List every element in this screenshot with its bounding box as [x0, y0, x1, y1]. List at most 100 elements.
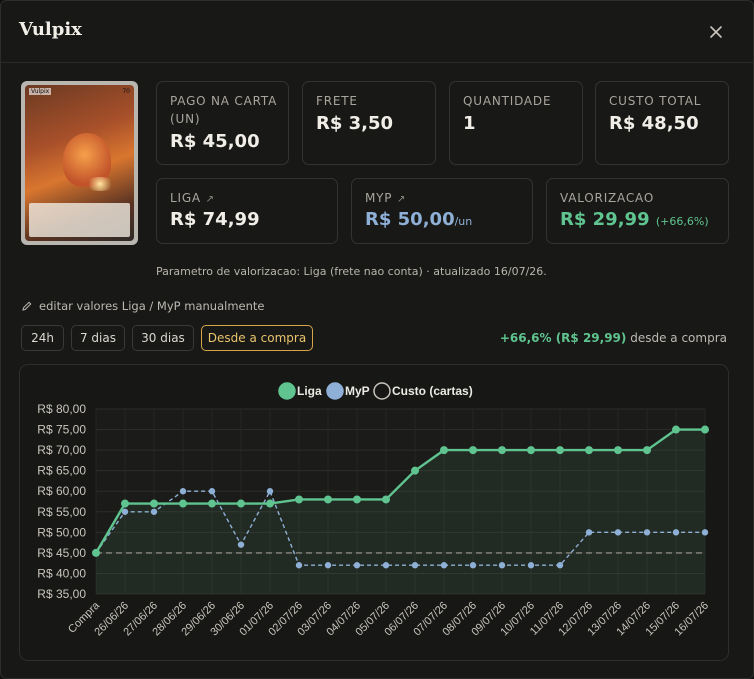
stat-frete: FRETE R$ 3,50 — [302, 81, 436, 165]
pencil-icon — [22, 301, 32, 311]
stat-valorizacao-pct: (+66,6%) — [655, 215, 709, 228]
modal-header: Vulpix — [1, 1, 753, 63]
myp-point — [324, 562, 332, 569]
tab-24h[interactable]: 24h — [21, 325, 64, 351]
liga-point — [411, 466, 419, 475]
price-chart: R$ 35,00 R$ 40,00 R$ 45,00 R$ 50,00 R$ 55,00… — [19, 364, 729, 661]
liga-point — [237, 499, 245, 508]
stat-liga[interactable]: LIGA ↗ R$ 74,99 — [156, 178, 338, 244]
myp-point — [353, 562, 361, 569]
valorizacao-param-text: Parametro de valorizacao: Liga (frete na… — [156, 265, 547, 278]
stat-frete-value: R$ 3,50 — [316, 113, 394, 134]
liga-point — [382, 495, 390, 504]
myp-point — [527, 562, 535, 569]
since-purchase-value: +66,6% (R$ 29,99) — [499, 331, 627, 345]
myp-point — [701, 529, 709, 536]
liga-point — [440, 446, 448, 455]
edit-values-link[interactable]: editar valores Liga / MyP manualmente — [21, 299, 264, 313]
modal-title: Vulpix — [19, 19, 82, 40]
myp-point — [643, 529, 651, 536]
y-tick-label: R$ 60,00 — [37, 484, 86, 498]
stat-custo-total: CUSTO TOTAL R$ 48,50 — [595, 81, 729, 165]
stat-quantidade: QUANTIDADE 1 — [449, 81, 583, 165]
stat-valorizacao-label: VALORIZACAO — [560, 191, 655, 205]
stat-pago-label: PAGO NA CARTA (UN) — [170, 94, 278, 126]
card-glow — [85, 177, 115, 191]
myp-point — [382, 562, 390, 569]
legend-marker — [326, 382, 344, 400]
y-tick-label: R$ 80,00 — [37, 402, 86, 416]
liga-point — [585, 446, 593, 455]
y-tick-label: R$ 35,00 — [37, 587, 86, 601]
y-tick-label: R$ 45,00 — [37, 546, 86, 560]
liga-point — [208, 499, 216, 508]
myp-point — [469, 562, 477, 569]
tab-30-dias[interactable]: 30 dias — [132, 325, 194, 351]
stat-pago: PAGO NA CARTA (UN) R$ 45,00 — [156, 81, 289, 165]
stat-myp[interactable]: MYP ↗ R$ 50,00/un — [351, 178, 533, 244]
card-detail-modal: Vulpix Vulpix 70 PAGO NA CARTA (UN) R$ 4… — [0, 0, 754, 679]
stat-myp-value: R$ 50,00 — [365, 209, 455, 230]
legend-label: MyP — [345, 384, 370, 398]
edit-values-label: editar valores Liga / MyP manualmente — [39, 299, 265, 313]
liga-point — [92, 548, 100, 557]
myp-point — [295, 562, 303, 569]
legend-marker — [278, 382, 296, 400]
liga-point — [527, 446, 535, 455]
since-purchase-suffix: desde a compra — [630, 331, 727, 345]
liga-point — [295, 495, 303, 504]
y-tick-label: R$ 40,00 — [37, 566, 86, 580]
liga-point — [614, 446, 622, 455]
stat-pago-value: R$ 45,00 — [170, 131, 260, 152]
card-image: Vulpix 70 — [21, 81, 138, 245]
liga-point — [121, 499, 129, 508]
stat-custo-total-label: CUSTO TOTAL — [609, 94, 702, 108]
liga-point — [643, 446, 651, 455]
myp-point — [556, 562, 564, 569]
stat-liga-value: R$ 74,99 — [170, 209, 260, 230]
stat-myp-label: MYP — [365, 191, 393, 205]
legend-marker — [373, 382, 391, 400]
liga-point — [701, 425, 709, 434]
stat-liga-label-row: LIGA ↗ — [170, 189, 215, 209]
liga-point — [266, 499, 274, 508]
myp-point — [208, 488, 216, 495]
y-tick-label: R$ 75,00 — [37, 423, 86, 437]
card-text-box — [29, 203, 130, 237]
y-tick-label: R$ 70,00 — [37, 443, 86, 457]
external-link-icon: ↗ — [205, 194, 215, 205]
stat-frete-label: FRETE — [316, 94, 358, 108]
myp-point — [498, 562, 506, 569]
tab-desde-a-compra[interactable]: Desde a compra — [201, 325, 313, 351]
close-icon[interactable] — [705, 21, 727, 43]
y-tick-label: R$ 55,00 — [37, 505, 86, 519]
liga-point — [498, 446, 506, 455]
tab-7-dias[interactable]: 7 dias — [71, 325, 125, 351]
card-name: Vulpix — [29, 88, 52, 95]
stat-myp-value-row: R$ 50,00/un — [365, 209, 472, 230]
myp-point — [150, 508, 158, 515]
myp-point — [266, 488, 274, 495]
liga-point — [672, 425, 680, 434]
stat-liga-label: LIGA — [170, 191, 201, 205]
myp-point — [672, 529, 680, 536]
myp-point — [614, 529, 622, 536]
liga-point — [469, 446, 477, 455]
stat-valorizacao-value: R$ 29,99 — [560, 209, 650, 230]
liga-point — [150, 499, 158, 508]
stat-myp-label-row: MYP ↗ — [365, 189, 406, 209]
myp-point — [411, 562, 419, 569]
stat-quantidade-label: QUANTIDADE — [463, 94, 552, 108]
legend-label: Liga — [297, 384, 322, 398]
card-hp: 70 — [122, 88, 130, 95]
myp-point — [585, 529, 593, 536]
liga-point — [324, 495, 332, 504]
liga-point — [556, 446, 564, 455]
y-tick-label: R$ 50,00 — [37, 525, 86, 539]
legend-label: Custo (cartas) — [392, 384, 473, 398]
myp-point — [237, 541, 245, 548]
stat-quantidade-value: 1 — [463, 113, 476, 134]
stat-valorizacao-value-row: R$ 29,99 (+66,6%) — [560, 209, 709, 230]
since-purchase-summary: +66,6% (R$ 29,99) desde a compra — [500, 331, 727, 345]
liga-point — [179, 499, 187, 508]
